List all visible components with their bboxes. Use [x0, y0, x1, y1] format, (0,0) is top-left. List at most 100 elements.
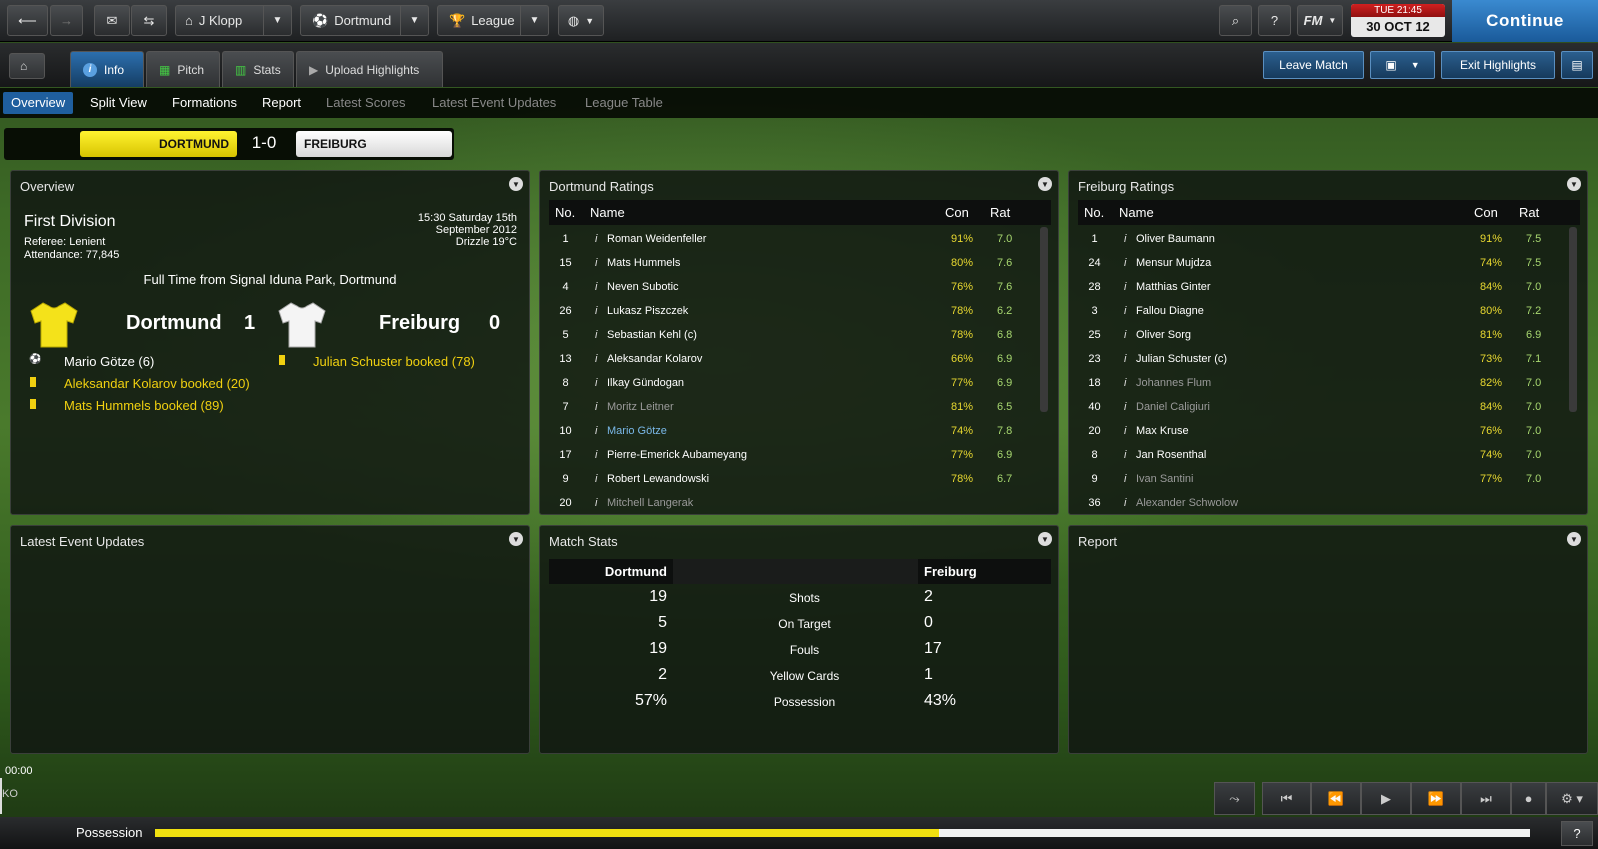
club-menu[interactable]: ⚽ Dortmund ▼	[300, 5, 429, 36]
table-row[interactable]: 28 i Matthias Ginter 84% 7.0	[1078, 276, 1568, 300]
info-icon[interactable]: i	[1124, 401, 1126, 413]
table-row[interactable]: 18 i Johannes Flum 82% 7.0	[1078, 372, 1568, 396]
info-icon[interactable]: i	[595, 473, 597, 485]
player-name[interactable]: Johannes Flum	[1136, 377, 1211, 389]
world-menu[interactable]: ◍ ▼	[558, 5, 604, 36]
skip-start-button[interactable]: ⏮	[1262, 782, 1311, 815]
info-icon[interactable]: i	[595, 353, 597, 365]
game-date[interactable]: TUE 21:45 30 OCT 12	[1351, 4, 1445, 37]
settings-button[interactable]: ⚙ ▾	[1546, 782, 1598, 815]
player-name[interactable]: Mitchell Langerak	[607, 497, 693, 509]
table-row[interactable]: 40 i Daniel Caligiuri 84% 7.0	[1078, 396, 1568, 420]
info-icon[interactable]: i	[595, 305, 597, 317]
chevron-down-icon[interactable]: ▼	[263, 6, 291, 35]
play-button[interactable]: ▶	[1361, 782, 1411, 815]
table-row[interactable]: 3 i Fallou Diagne 80% 7.2	[1078, 300, 1568, 324]
subnav-overview[interactable]: Overview	[3, 92, 74, 114]
player-name[interactable]: Neven Subotic	[607, 281, 679, 293]
table-row[interactable]: 15 i Mats Hummels 80% 7.6	[549, 252, 1039, 276]
col-rat[interactable]: Rat	[1519, 205, 1539, 220]
subnav-formations[interactable]: Formations	[164, 92, 245, 114]
table-row[interactable]: 10 i Mario Götze 74% 7.8	[549, 420, 1039, 444]
forward-button[interactable]: →	[50, 5, 83, 36]
subnav-league-table[interactable]: League Table	[577, 92, 671, 114]
chevron-down-icon[interactable]: ▼	[1038, 177, 1052, 191]
info-icon[interactable]: i	[1124, 233, 1126, 245]
col-name[interactable]: Name	[1119, 205, 1154, 220]
home-button[interactable]: ⌂	[9, 53, 45, 79]
tab-info[interactable]: i Info	[70, 51, 144, 87]
back-button[interactable]: ⟵	[7, 5, 48, 36]
player-name[interactable]: Mensur Mujdza	[1136, 257, 1211, 269]
replay-button[interactable]: ⤳	[1214, 782, 1255, 815]
info-icon[interactable]: i	[595, 329, 597, 341]
player-name[interactable]: Daniel Caligiuri	[1136, 401, 1210, 413]
info-icon[interactable]: i	[595, 497, 597, 509]
table-row[interactable]: 7 i Moritz Leitner 81% 6.5	[549, 396, 1039, 420]
player-name[interactable]: Oliver Sorg	[1136, 329, 1191, 341]
rewind-button[interactable]: ⏪	[1311, 782, 1361, 815]
record-button[interactable]: ●	[1511, 782, 1546, 815]
info-icon[interactable]: i	[595, 449, 597, 461]
continue-button[interactable]: Continue	[1452, 0, 1598, 42]
chevron-down-icon[interactable]: ▼	[1567, 532, 1581, 546]
info-icon[interactable]: i	[1124, 497, 1126, 509]
info-icon[interactable]: i	[1124, 329, 1126, 341]
player-name[interactable]: Ivan Santini	[1136, 473, 1193, 485]
col-name[interactable]: Name	[590, 205, 625, 220]
player-name[interactable]: Roman Weidenfeller	[607, 233, 706, 245]
info-icon[interactable]: i	[1124, 449, 1126, 461]
col-con[interactable]: Con	[1474, 205, 1498, 220]
info-icon[interactable]: i	[1124, 353, 1126, 365]
chevron-down-icon[interactable]: ▼	[520, 6, 548, 35]
fm-menu[interactable]: FM ▼	[1297, 5, 1343, 36]
exit-highlights-button[interactable]: Exit Highlights	[1441, 51, 1555, 79]
transfers-button[interactable]: ⇆	[131, 5, 167, 36]
subnav-latest-event-updates[interactable]: Latest Event Updates	[424, 92, 564, 114]
table-row[interactable]: 8 i Ilkay Gündogan 77% 6.9	[549, 372, 1039, 396]
player-name[interactable]: Moritz Leitner	[607, 401, 674, 413]
subnav-latest-scores[interactable]: Latest Scores	[318, 92, 414, 114]
player-name[interactable]: Aleksandar Kolarov	[607, 353, 702, 365]
search-button[interactable]: ⌕	[1219, 5, 1252, 36]
chevron-down-icon[interactable]: ▼	[1038, 532, 1052, 546]
table-row[interactable]: 20 i Mitchell Langerak	[549, 492, 1039, 516]
player-name[interactable]: Mats Hummels	[607, 257, 680, 269]
col-no[interactable]: No.	[555, 205, 575, 220]
leave-match-button[interactable]: Leave Match	[1263, 51, 1364, 79]
table-row[interactable]: 9 i Ivan Santini 77% 7.0	[1078, 468, 1568, 492]
subnav-split-view[interactable]: Split View	[82, 92, 155, 114]
player-name[interactable]: Alexander Schwolow	[1136, 497, 1238, 509]
table-row[interactable]: 9 i Robert Lewandowski 78% 6.7	[549, 468, 1039, 492]
table-row[interactable]: 13 i Aleksandar Kolarov 66% 6.9	[549, 348, 1039, 372]
player-name[interactable]: Lukasz Piszczek	[607, 305, 688, 317]
player-name[interactable]: Ilkay Gündogan	[607, 377, 684, 389]
chevron-down-icon[interactable]: ▼	[509, 177, 523, 191]
col-no[interactable]: No.	[1084, 205, 1104, 220]
info-icon[interactable]: i	[595, 257, 597, 269]
col-con[interactable]: Con	[945, 205, 969, 220]
fast-forward-button[interactable]: ⏩	[1411, 782, 1461, 815]
help-button-bottom[interactable]: ?	[1561, 821, 1593, 846]
inbox-button[interactable]: ✉	[94, 5, 130, 36]
skip-end-button[interactable]: ⏭	[1461, 782, 1511, 815]
player-name[interactable]: Pierre-Emerick Aubameyang	[607, 449, 747, 461]
chevron-down-icon[interactable]: ▼	[509, 532, 523, 546]
info-icon[interactable]: i	[1124, 425, 1126, 437]
info-icon[interactable]: i	[1124, 257, 1126, 269]
chevron-down-icon[interactable]: ▼	[1567, 177, 1581, 191]
info-icon[interactable]: i	[595, 401, 597, 413]
manager-menu[interactable]: ⌂ J Klopp ▼	[175, 5, 292, 36]
player-name[interactable]: Max Kruse	[1136, 425, 1189, 437]
player-name[interactable]: Mario Götze	[607, 425, 667, 437]
tab-upload-highlights[interactable]: ▶ Upload Highlights	[296, 51, 443, 87]
info-icon[interactable]: i	[1124, 281, 1126, 293]
save-button[interactable]: ▤	[1561, 51, 1593, 79]
info-icon[interactable]: i	[595, 425, 597, 437]
player-name[interactable]: Matthias Ginter	[1136, 281, 1211, 293]
table-row[interactable]: 1 i Roman Weidenfeller 91% 7.0	[549, 228, 1039, 252]
table-row[interactable]: 26 i Lukasz Piszczek 78% 6.2	[549, 300, 1039, 324]
tab-stats[interactable]: ▥ Stats	[222, 51, 294, 87]
help-button[interactable]: ?	[1258, 5, 1291, 36]
info-icon[interactable]: i	[1124, 473, 1126, 485]
